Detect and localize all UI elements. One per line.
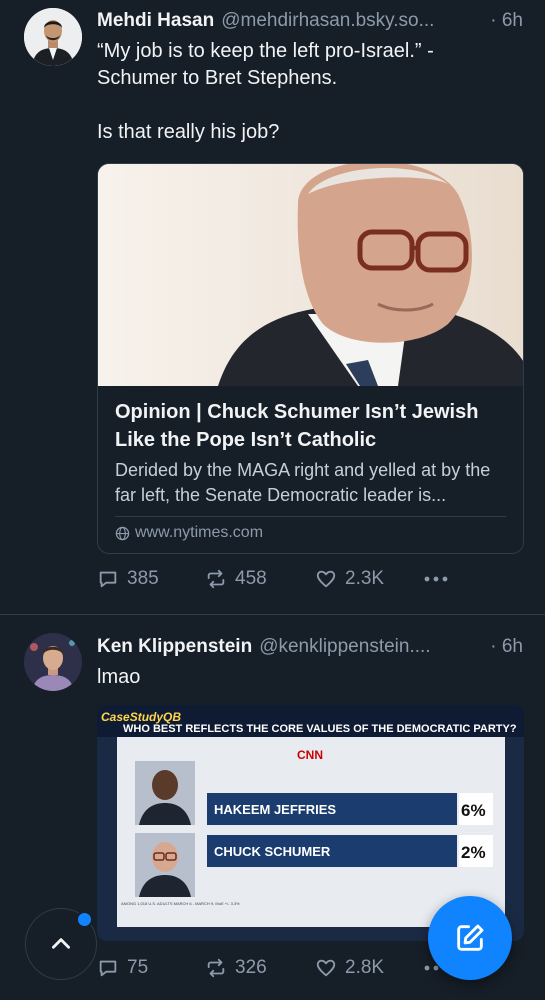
like-button[interactable]: 2.3K bbox=[315, 568, 423, 590]
embed-headline: WHO BEST REFLECTS THE CORE VALUES OF THE… bbox=[123, 723, 517, 735]
repost-icon bbox=[207, 958, 225, 978]
person-portrait-avatar-icon bbox=[24, 633, 82, 691]
embed-row-name: HAKEEM JEFFRIES bbox=[214, 802, 336, 817]
post-actions: 385 458 2.3K bbox=[97, 568, 523, 590]
post-text-line: Schumer to Bret Stephens. bbox=[97, 67, 338, 89]
person-in-suit-avatar-icon bbox=[24, 8, 82, 66]
feed-post[interactable]: Mehdi Hasan @mehdirhasan.bsky.so... · 6h… bbox=[0, 0, 545, 614]
reply-icon bbox=[99, 571, 117, 588]
link-card-domain-text: www.nytimes.com bbox=[135, 524, 264, 541]
embed-network-logo: CNN bbox=[297, 748, 323, 762]
post-text-line: lmao bbox=[97, 666, 141, 688]
embed-logo: CaseStudyQB bbox=[101, 710, 181, 724]
more-options-button[interactable] bbox=[423, 575, 463, 583]
link-preview-card[interactable]: Opinion | Chuck Schumer Isn’t Jewish Lik… bbox=[97, 163, 524, 554]
like-count: 2.8K bbox=[345, 957, 385, 978]
globe-icon bbox=[115, 526, 130, 540]
reply-button[interactable]: 75 bbox=[97, 957, 205, 979]
author-display-name[interactable]: Mehdi Hasan bbox=[97, 10, 214, 32]
compose-post-button[interactable] bbox=[428, 896, 512, 980]
link-card-image bbox=[98, 164, 523, 386]
chevron-up-icon bbox=[52, 938, 70, 949]
link-card-domain[interactable]: www.nytimes.com bbox=[115, 524, 263, 542]
compose-pencil-icon bbox=[457, 924, 484, 951]
author-avatar[interactable] bbox=[24, 8, 82, 66]
repost-button[interactable]: 458 bbox=[205, 568, 315, 590]
reply-button[interactable]: 385 bbox=[97, 568, 205, 590]
post-text: “My job is to keep the left pro-Israel.”… bbox=[97, 38, 523, 146]
repost-icon bbox=[207, 569, 225, 589]
author-avatar[interactable] bbox=[24, 633, 82, 691]
link-card-title[interactable]: Opinion | Chuck Schumer Isn’t Jewish Lik… bbox=[115, 398, 506, 454]
repost-count: 326 bbox=[235, 957, 267, 978]
author-handle[interactable]: @mehdirhasan.bsky.so... bbox=[221, 10, 484, 32]
link-card-divider bbox=[115, 516, 506, 517]
embed-fine-print: AMONG 1,018 U.S. ADULTS MARCH 6 - MARCH … bbox=[121, 901, 240, 906]
embed-row-pct: 2% bbox=[461, 843, 486, 862]
link-card-description: Derided by the MAGA right and yelled at … bbox=[115, 460, 491, 505]
post-text: lmao bbox=[97, 664, 523, 691]
chuck-schumer-portrait-photo-icon bbox=[98, 164, 523, 386]
repost-button[interactable]: 326 bbox=[205, 957, 315, 979]
like-button[interactable]: 2.8K bbox=[315, 957, 423, 979]
embed-row-pct: 6% bbox=[461, 801, 486, 820]
embed-row-name: CHUCK SCHUMER bbox=[214, 844, 331, 859]
post-header: Mehdi Hasan @mehdirhasan.bsky.so... · 6h bbox=[97, 10, 523, 32]
reply-icon bbox=[99, 960, 117, 977]
post-timestamp[interactable]: · 6h bbox=[490, 10, 523, 32]
author-display-name[interactable]: Ken Klippenstein bbox=[97, 636, 252, 658]
heart-icon bbox=[316, 959, 336, 977]
heart-icon bbox=[316, 570, 336, 588]
post-text-line: Is that really his job? bbox=[97, 121, 280, 143]
post-header: Ken Klippenstein @kenklippenstein.... · … bbox=[97, 636, 523, 658]
reply-count: 385 bbox=[127, 568, 159, 589]
author-handle[interactable]: @kenklippenstein.... bbox=[259, 636, 484, 658]
more-options-icon bbox=[424, 576, 448, 582]
post-text-line: “My job is to keep the left pro-Israel.”… bbox=[97, 40, 434, 62]
post-timestamp[interactable]: · 6h bbox=[490, 636, 523, 658]
like-count: 2.3K bbox=[345, 568, 385, 589]
reply-count: 75 bbox=[127, 957, 149, 978]
new-posts-indicator-dot bbox=[76, 911, 93, 928]
post-text-line bbox=[97, 92, 523, 119]
repost-count: 458 bbox=[235, 568, 267, 589]
